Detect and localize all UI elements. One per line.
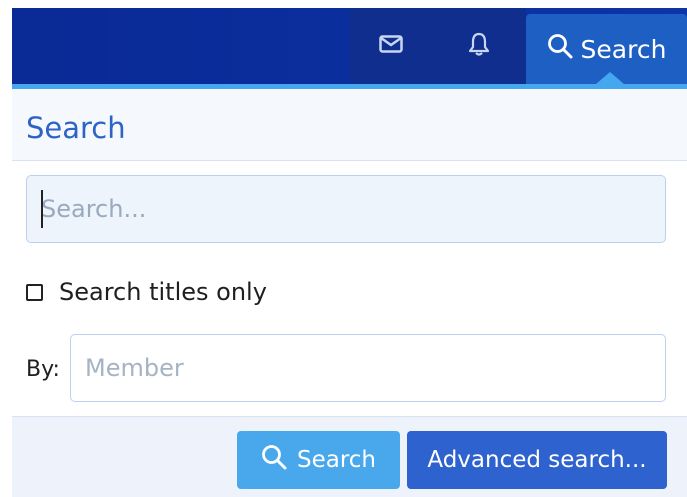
member-input[interactable]: Member xyxy=(70,334,666,402)
member-input-placeholder: Member xyxy=(85,354,184,382)
alerts-button[interactable] xyxy=(432,8,526,84)
panel-footer: Search Advanced search... xyxy=(12,416,687,497)
panel-title: Search xyxy=(26,111,126,145)
nav-search-label: Search xyxy=(580,34,667,64)
search-dropdown-panel: Search Search... Search titles only By: … xyxy=(12,84,687,497)
by-label: By: xyxy=(26,357,60,382)
advanced-search-button[interactable]: Advanced search... xyxy=(407,431,667,489)
search-input[interactable]: Search... xyxy=(26,175,666,243)
bell-icon xyxy=(468,32,490,60)
titles-only-label[interactable]: Search titles only xyxy=(59,278,267,306)
top-navigation-bar: Search xyxy=(12,8,687,84)
search-icon xyxy=(261,444,287,476)
advanced-search-label: Advanced search... xyxy=(427,447,647,473)
search-input-placeholder: Search... xyxy=(41,195,147,223)
text-cursor xyxy=(41,190,43,228)
inbox-button[interactable] xyxy=(350,8,432,84)
envelope-icon xyxy=(379,35,403,57)
titles-only-row[interactable]: Search titles only xyxy=(26,277,267,307)
titles-only-checkbox[interactable] xyxy=(26,283,43,301)
panel-header: Search xyxy=(12,89,687,161)
search-icon xyxy=(547,33,573,65)
dropdown-caret xyxy=(596,72,624,84)
search-submit-button[interactable]: Search xyxy=(237,431,400,489)
search-submit-label: Search xyxy=(296,447,377,473)
